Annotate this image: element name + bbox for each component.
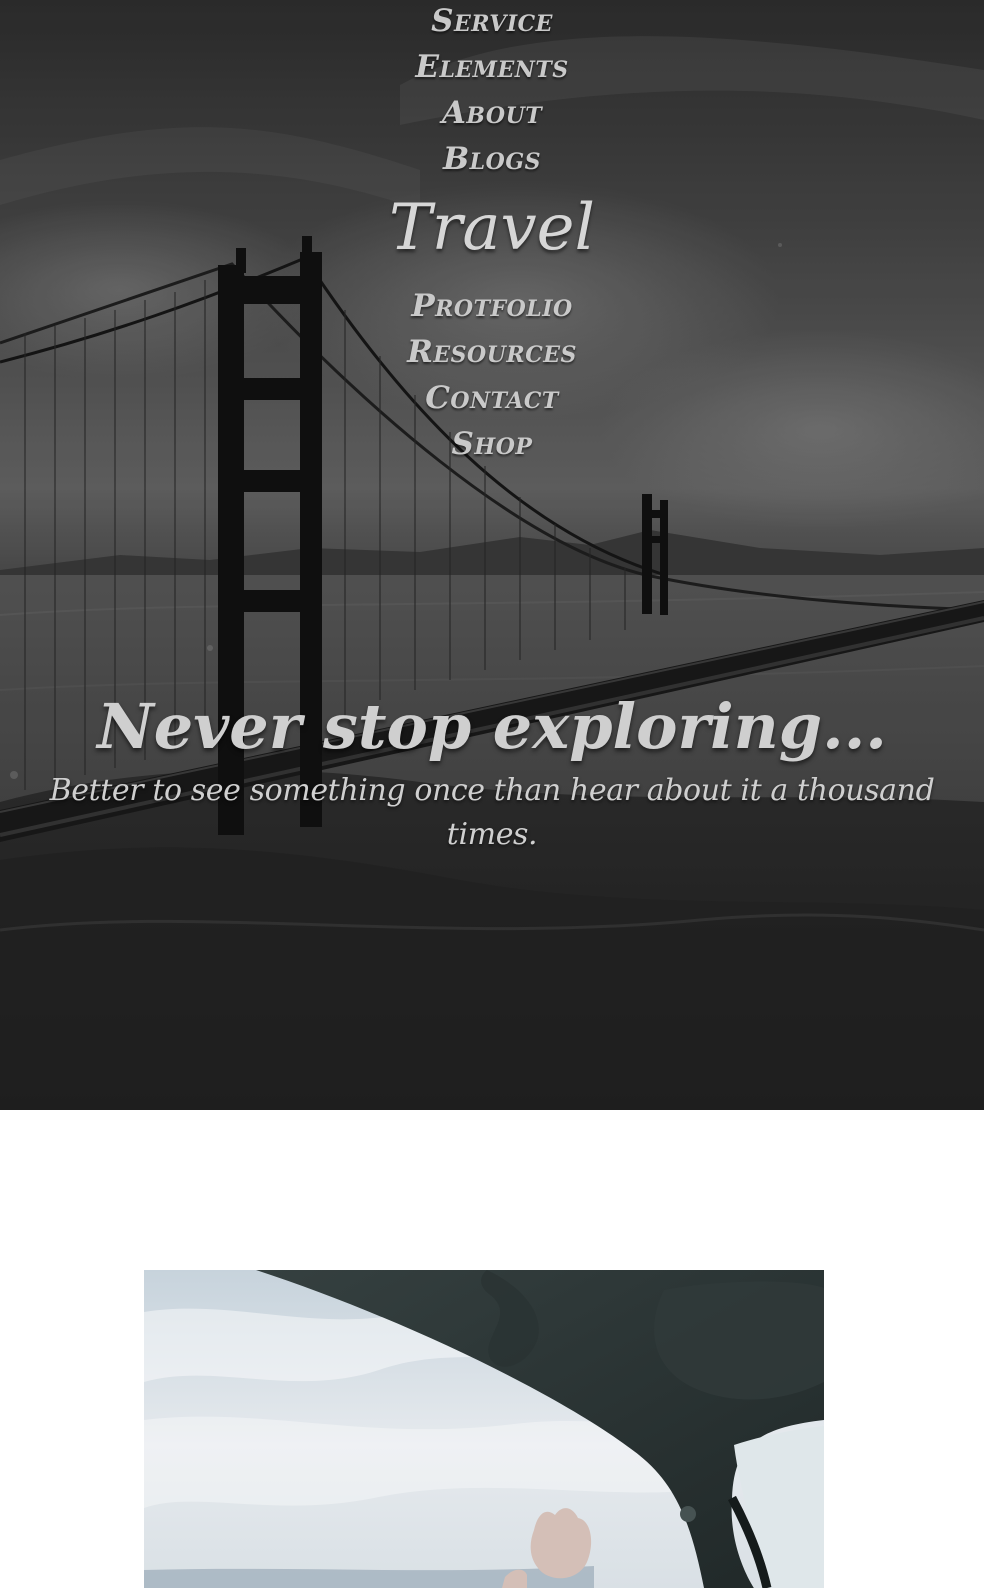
hero-section: Service Elements About Blogs Travel Prot… xyxy=(0,0,984,1110)
page: Service Elements About Blogs Travel Prot… xyxy=(0,0,984,1588)
nav-item-service[interactable]: Service xyxy=(0,0,984,42)
hero-title: Never stop exploring... xyxy=(97,689,887,763)
nav-item-protfolio[interactable]: Protfolio xyxy=(0,285,984,327)
nav-item-resources[interactable]: Resources xyxy=(0,331,984,373)
car-window-photo xyxy=(144,1270,824,1588)
main-navigation: Service Elements About Blogs Travel Prot… xyxy=(0,0,984,470)
nav-item-elements[interactable]: Elements xyxy=(0,46,984,88)
hero-subtitle: Better to see something once than hear a… xyxy=(49,773,935,852)
car-window-photo-illustration xyxy=(144,1270,824,1588)
nav-item-contact[interactable]: Contact xyxy=(0,377,984,419)
nav-item-shop[interactable]: Shop xyxy=(0,423,984,465)
brand-logo-travel[interactable]: Travel xyxy=(0,188,984,268)
nav-item-about[interactable]: About xyxy=(0,92,984,134)
nav-item-blogs[interactable]: Blogs xyxy=(0,138,984,180)
